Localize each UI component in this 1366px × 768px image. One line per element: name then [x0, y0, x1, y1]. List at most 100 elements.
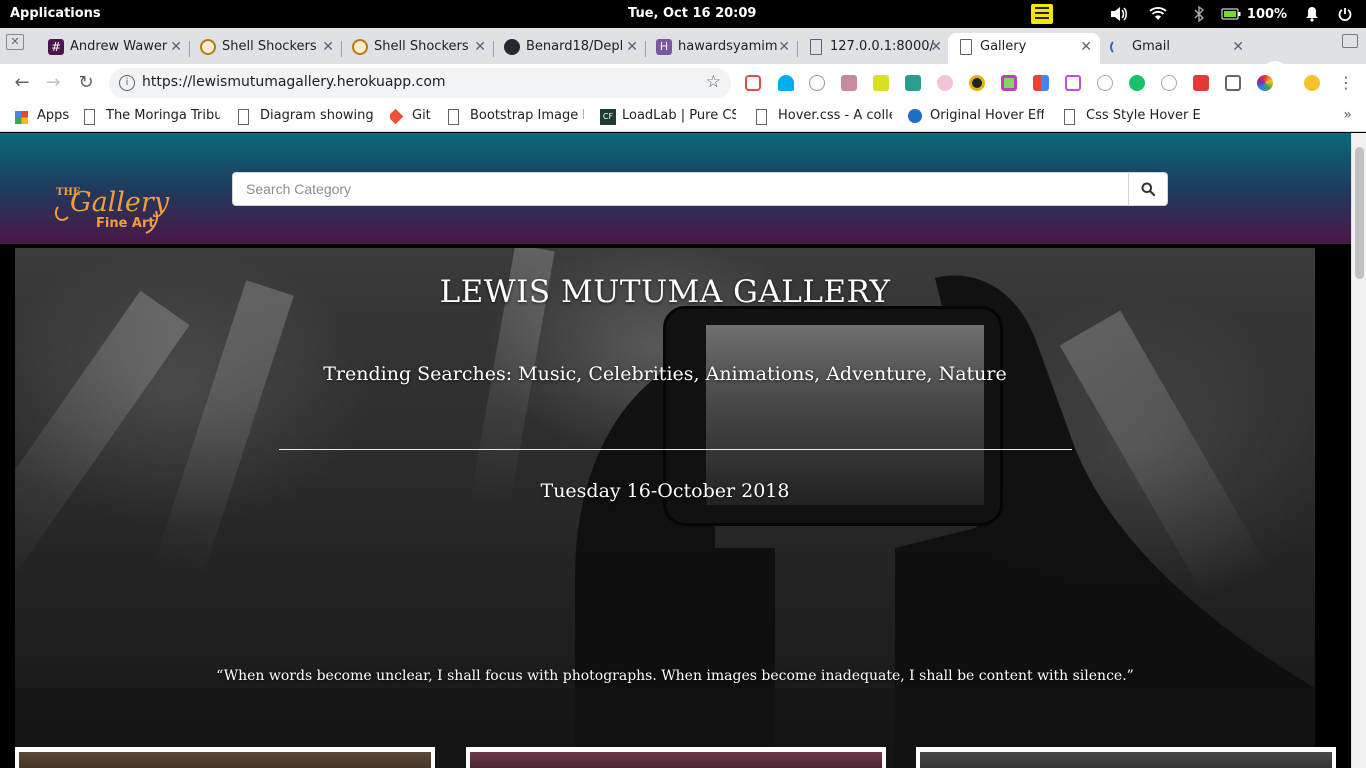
image-card[interactable] — [466, 747, 886, 768]
extension-clip-icon[interactable] — [1225, 75, 1241, 91]
close-tab-icon[interactable]: ✕ — [474, 33, 486, 61]
bookmark-hover-css[interactable]: Hover.css - A collect — [756, 108, 892, 126]
extension-s-icon[interactable] — [905, 75, 921, 91]
card-image[interactable] — [19, 752, 431, 768]
search-form — [232, 172, 1168, 206]
tab-gallery[interactable]: Gallery ✕ — [948, 33, 1100, 64]
system-clock[interactable]: Tue, Oct 16 20:09 — [628, 6, 756, 21]
bookmark-diagram[interactable]: Diagram showing ho — [238, 108, 374, 126]
hero-banner: LEWIS MUTUMA GALLERY Trending Searches: … — [15, 248, 1315, 768]
window-menu-icon[interactable]: ✕ — [6, 34, 24, 50]
close-tab-icon[interactable]: ✕ — [626, 33, 638, 61]
slack-icon: # — [48, 39, 64, 55]
extension-page-icon[interactable] — [1065, 75, 1081, 91]
bluetooth-icon[interactable] — [1180, 4, 1218, 24]
tab-strip: ✕ # Andrew Wawer ✕ Shell Shockers ✕ Shel… — [0, 28, 1366, 87]
gallery-logo[interactable]: THE Gallery Fine Art — [48, 177, 178, 239]
battery-percent: 100% — [1246, 6, 1288, 22]
extension-h-icon[interactable] — [1097, 75, 1113, 91]
tab-heroku[interactable]: H hawardsyamim ✕ — [646, 33, 798, 64]
chevron-right-icon[interactable]: » — [1343, 107, 1352, 123]
tab-title: Andrew Wawer — [70, 39, 168, 54]
close-tab-icon[interactable]: ✕ — [1080, 33, 1092, 61]
address-bar[interactable]: i https://lewismutumagallery.herokuapp.c… — [109, 68, 731, 98]
system-top-bar: Applications Tue, Oct 16 20:09 100% — [0, 0, 1366, 28]
heroku-icon: H — [656, 39, 672, 55]
extension-grammarly-icon[interactable] — [1129, 75, 1145, 91]
power-icon[interactable] — [1334, 4, 1356, 24]
bookmark-moringa-tribune[interactable]: The Moringa Tribune — [84, 108, 220, 126]
tab-title: hawardsyamim — [678, 39, 778, 54]
bookmark-css-style-hover[interactable]: Css Style Hover Effe — [1064, 108, 1200, 126]
tab-gmail[interactable]: Gmail ✕ — [1100, 33, 1252, 64]
close-tab-icon[interactable]: ✕ — [1232, 33, 1244, 61]
card-image[interactable] — [470, 752, 882, 768]
extension-ghostery-icon[interactable] — [778, 75, 794, 91]
image-card[interactable] — [916, 747, 1336, 768]
extension-circle-icon[interactable] — [809, 75, 825, 91]
apps-grid-icon — [15, 111, 28, 124]
arrow-right-icon[interactable]: → — [41, 71, 65, 95]
tab-title: Gmail — [1132, 39, 1170, 54]
search-button[interactable] — [1128, 173, 1167, 205]
site-info-icon[interactable]: i — [119, 75, 135, 91]
extension-color-icon[interactable] — [1001, 75, 1017, 91]
wifi-icon[interactable] — [1136, 4, 1180, 24]
tab-localhost[interactable]: 127.0.0.1:8000/ ✕ — [798, 33, 950, 64]
gallery-title: LEWIS MUTUMA GALLERY — [439, 274, 891, 310]
close-tab-icon[interactable]: ✕ — [930, 33, 942, 61]
star-icon[interactable]: ☆ — [706, 72, 721, 92]
arrow-left-icon[interactable]: ← — [10, 71, 34, 95]
close-tab-icon[interactable]: ✕ — [778, 33, 790, 61]
cf-icon: CF — [600, 109, 616, 125]
image-card[interactable] — [15, 747, 435, 768]
tab-andrew-wawer[interactable]: # Andrew Wawer ✕ — [38, 33, 190, 64]
reload-icon[interactable]: ↻ — [74, 71, 98, 95]
extension-n-icon[interactable] — [873, 75, 889, 91]
extension-red-icon[interactable] — [1193, 75, 1209, 91]
card-image[interactable] — [920, 752, 1332, 768]
extension-grid-icon[interactable] — [1033, 75, 1049, 91]
current-date: Tuesday 16-October 2018 — [540, 480, 790, 502]
tab-title: 127.0.0.1:8000/ — [830, 39, 934, 54]
extension-cast-icon[interactable] — [745, 75, 761, 91]
page-icon — [448, 109, 459, 125]
notes-icon[interactable] — [1031, 4, 1053, 24]
tab-shell-shockers-2[interactable]: Shell Shockers ✕ — [342, 33, 494, 64]
profile-avatar-icon[interactable] — [1304, 75, 1320, 91]
git-icon — [390, 108, 404, 125]
extension-avatar-icon[interactable] — [841, 75, 857, 91]
restore-window-icon[interactable] — [1342, 34, 1358, 48]
page-icon — [84, 109, 95, 125]
bookmark-bootstrap-image[interactable]: Bootstrap Image Ho — [448, 108, 584, 126]
extension-circle2-icon[interactable] — [1161, 75, 1177, 91]
tab-shell-shockers-1[interactable]: Shell Shockers ✕ — [190, 33, 342, 64]
browser-toolbar: ← → ↻ i https://lewismutumagallery.herok… — [0, 64, 1366, 102]
tab-github[interactable]: Benard18/Depl ✕ — [494, 33, 646, 64]
close-tab-icon[interactable]: ✕ — [322, 33, 334, 61]
system-tray[interactable]: 100% — [1102, 4, 1356, 24]
bookmark-loadlab[interactable]: CF LoadLab | Pure CSS — [600, 108, 736, 126]
tab-title: Shell Shockers — [222, 39, 317, 54]
battery-icon[interactable] — [1218, 4, 1244, 24]
egg-icon — [200, 39, 216, 55]
svg-text:Gallery: Gallery — [70, 187, 170, 218]
bookmark-original-hover[interactable]: Original Hover Effec — [908, 108, 1044, 126]
volume-icon[interactable] — [1102, 4, 1136, 24]
scrollbar-thumb[interactable] — [1355, 147, 1364, 279]
extension-eclipse-icon[interactable] — [969, 75, 985, 91]
page-scrollbar[interactable] — [1351, 133, 1366, 768]
extension-unicorn-icon[interactable] — [937, 75, 953, 91]
menu-kebab-icon[interactable]: ⋮ — [1334, 71, 1358, 95]
bookmark-git[interactable]: Git — [390, 108, 438, 126]
address-url[interactable]: https://lewismutumagallery.herokuapp.com — [142, 74, 446, 90]
search-icon — [1141, 182, 1155, 196]
close-tab-icon[interactable]: ✕ — [170, 33, 182, 61]
bell-icon[interactable] — [1290, 4, 1334, 24]
applications-menu[interactable]: Applications — [10, 6, 101, 21]
page-icon — [810, 39, 822, 55]
codrops-icon — [908, 109, 922, 123]
extension-color-wheel-icon[interactable] — [1257, 75, 1273, 91]
bookmark-apps[interactable]: Apps — [15, 108, 75, 126]
search-category-input[interactable] — [233, 173, 1129, 205]
